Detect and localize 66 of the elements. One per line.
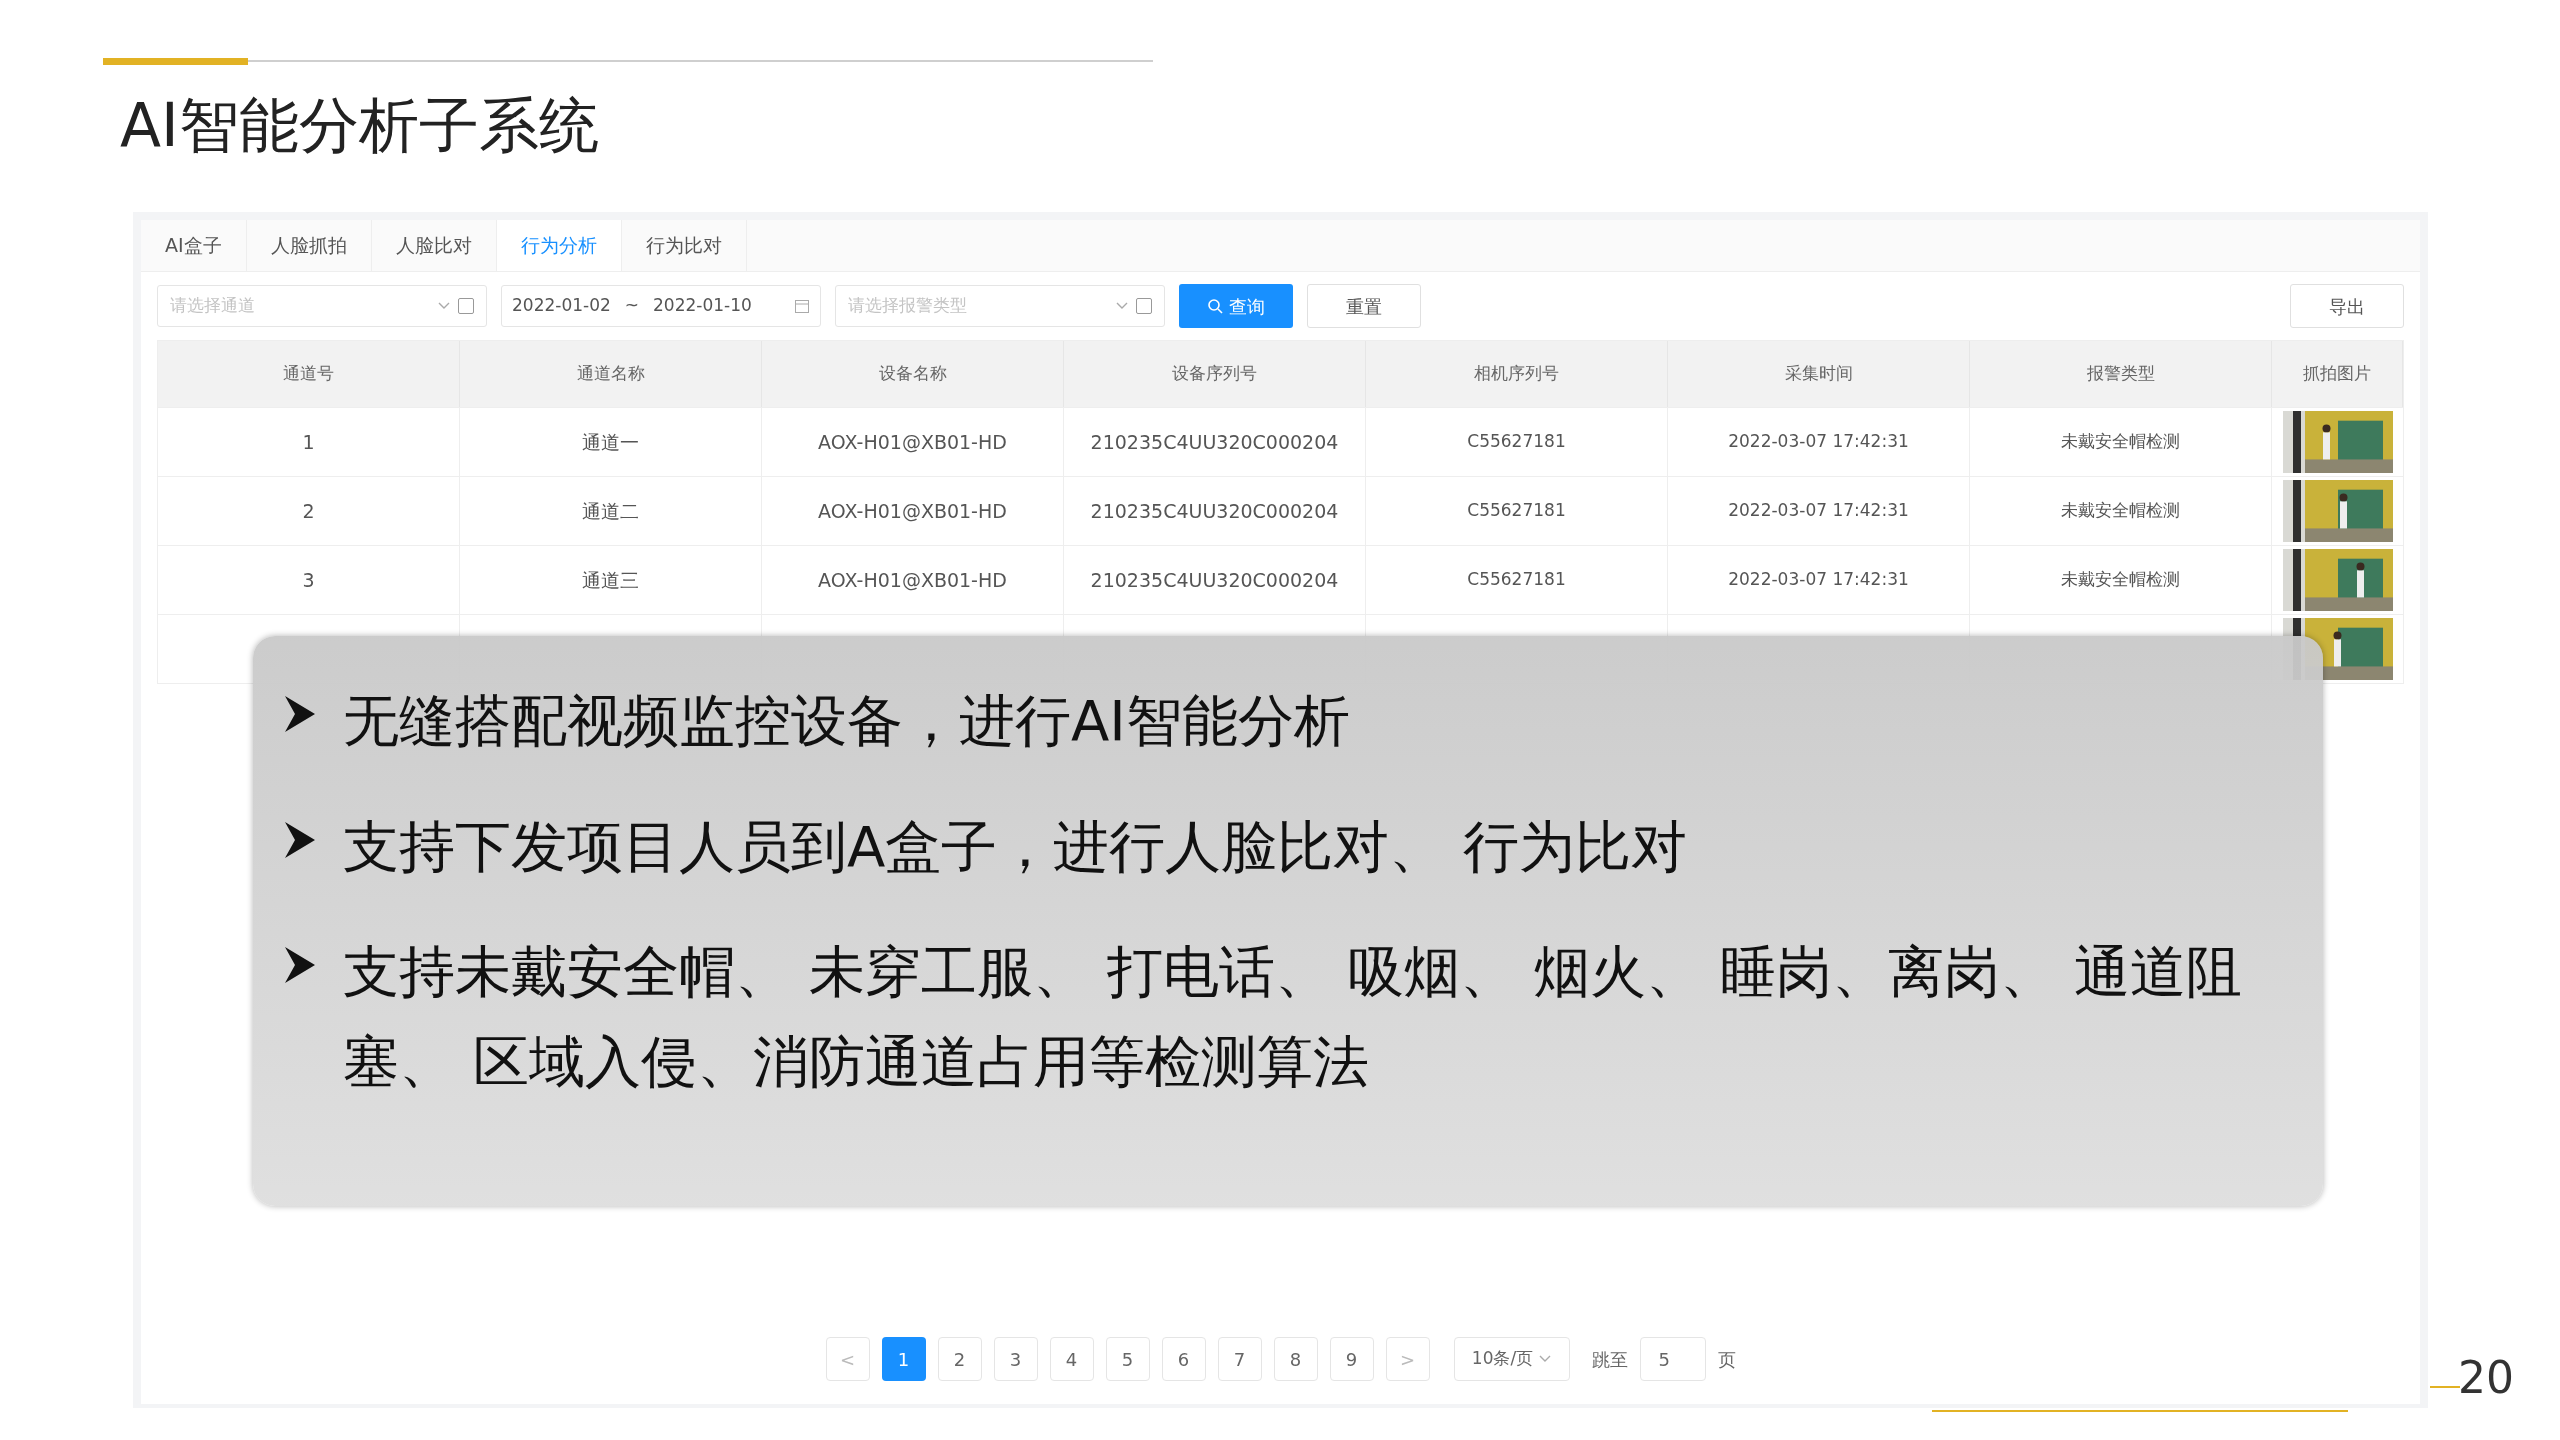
column-header: 相机序列号 [1366,341,1668,407]
page-button[interactable]: 1 [881,1337,926,1381]
bullet-text: 无缝搭配视频监控设备，进行AI智能分析 [343,687,1350,755]
query-button[interactable]: 查询 [1179,284,1293,328]
column-header: 报警类型 [1970,341,2272,407]
table-cell: 210235C4UU320C000204 [1064,546,1366,614]
table-cell: 210235C4UU320C000204 [1064,477,1366,545]
page-button[interactable]: 7 [1217,1337,1262,1381]
calendar-icon [794,298,810,314]
export-button[interactable]: 导出 [2290,284,2404,328]
column-header: 设备序列号 [1064,341,1366,407]
table-cell: 通道三 [460,546,762,614]
table-cell: 未戴安全帽检测 [1970,408,2272,476]
tab[interactable]: 人脸比对 [371,220,497,271]
jump-page-field[interactable]: 5 [1639,1337,1706,1381]
table-cell: 未戴安全帽检测 [1970,546,2272,614]
reset-button[interactable]: 重置 [1307,284,1421,328]
table-cell: 1 [158,408,460,476]
table-cell: AOX-H01@XB01-HD [762,477,1064,545]
bullet-text: 支持未戴安全帽、 未穿工服、 打电话、 吸烟、 烟火、 睡岗、离岗、 通道阻塞、 区域入侵、消防通道占用等检测算法 [343,938,2243,1096]
table-cell: 2022-03-07 17:42:31 [1668,477,1970,545]
page-button[interactable]: 5 [1105,1337,1150,1381]
page-suffix: 页 [1717,1347,1736,1372]
page-button[interactable]: 8 [1273,1337,1318,1381]
tab[interactable]: 人脸抓拍 [246,220,372,271]
table-cell: C55627181 [1366,477,1668,545]
table-cell: 通道一 [460,408,762,476]
arrow-bullet-icon [283,694,317,734]
arrow-bullet-icon [283,945,317,986]
bullet-text: 支持下发项目人员到A盒子，进行人脸比对、 行为比对 [343,812,1688,881]
slide-title: AI智能分析子系统 [120,89,599,162]
page-button[interactable]: 3 [993,1337,1038,1381]
column-header: 抓拍图片 [2272,341,2403,407]
table-cell: AOX-H01@XB01-HD [762,546,1064,614]
column-header: 通道名称 [460,341,762,407]
page-number: 20 [2458,1351,2514,1405]
column-header: 采集时间 [1668,341,1970,407]
chevron-down-icon [1116,302,1128,310]
page-button[interactable]: 6 [1161,1337,1206,1381]
search-icon [1207,298,1223,314]
checkbox[interactable] [458,298,474,314]
chevron-down-icon [438,302,450,310]
table-cell: C55627181 [1366,546,1668,614]
table-cell: C55627181 [1366,408,1668,476]
date-range-field[interactable]: 2022-01-02 ~ 2022-01-10 [501,285,821,327]
table-cell: 2022-03-07 17:42:31 [1668,408,1970,476]
tab[interactable]: 行为分析 [496,220,622,271]
page-size-select[interactable]: 10条/页 [1453,1337,1570,1381]
chevron-down-icon [1539,1355,1552,1363]
arrow-bullet-icon [283,819,317,860]
checkbox[interactable] [1136,298,1152,314]
page-button[interactable]: 9 [1329,1337,1374,1381]
tab[interactable]: AI盒子 [141,220,247,271]
page-button[interactable]: 4 [1049,1337,1094,1381]
table-cell: 2 [158,477,460,545]
column-header: 通道号 [158,341,460,407]
column-header: 设备名称 [762,341,1064,407]
tab[interactable]: 行为比对 [621,220,747,271]
table-cell: AOX-H01@XB01-HD [762,408,1064,476]
table-cell: 通道二 [460,477,762,545]
table-cell: 未戴安全帽检测 [1970,477,2272,545]
jump-label: 跳至 [1591,1347,1628,1372]
table-cell: 2022-03-07 17:42:31 [1668,546,1970,614]
page-button[interactable]: 2 [937,1337,982,1381]
table-cell: 210235C4UU320C000204 [1064,408,1366,476]
table-cell: 3 [158,546,460,614]
